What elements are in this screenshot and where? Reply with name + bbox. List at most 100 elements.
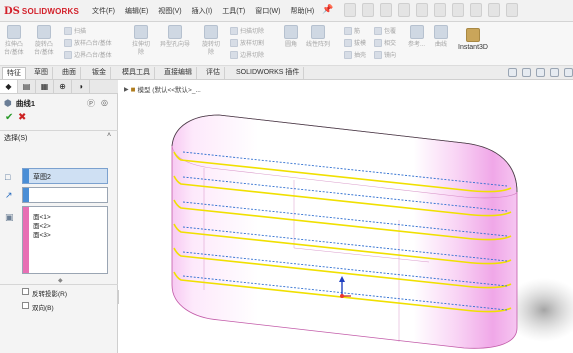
loft-icon (64, 38, 72, 47)
feature-tree-tab-icon[interactable]: ◆ (0, 80, 18, 93)
menu-insert[interactable]: 插入(I) (192, 6, 213, 16)
view-orientation-icon[interactable] (564, 68, 573, 77)
property-manager-tab-icon[interactable]: ▤ (18, 80, 36, 93)
file-properties-icon[interactable] (488, 3, 500, 17)
cancel-button[interactable]: ✖ (18, 112, 26, 123)
tab-evaluate[interactable]: 评估 (202, 67, 225, 79)
tab-direct-editing[interactable]: 直接编辑 (160, 67, 197, 79)
curves-button[interactable]: 曲线 (434, 25, 448, 49)
reverse-projection-label: 反转投影(R) (32, 291, 68, 298)
direction-field[interactable] (22, 187, 108, 203)
boundary-label: 边界凸台/基体 (74, 53, 112, 59)
hole-wizard-icon (168, 25, 182, 39)
open-folder-icon[interactable] (380, 3, 392, 17)
intersect-icon (374, 38, 382, 47)
revolve-cut-button[interactable]: 旋转切 除 (202, 25, 220, 57)
shell-label: 抽壳 (354, 53, 367, 59)
sketch-to-project-field[interactable]: 草图2 (22, 168, 108, 184)
menu-help[interactable]: 帮助(H) (290, 6, 314, 16)
options-gear-icon[interactable] (506, 3, 518, 17)
revolve-boss-label-1: 旋转凸 (34, 42, 53, 48)
command-manager-ribbon: 拉伸凸 台/基体 旋转凸 台/基体 扫描 放样凸台/基体 边界凸台/基体 拉伸切… (0, 22, 573, 66)
bidirectional-checkbox[interactable] (22, 302, 29, 309)
extrude-cut-icon (134, 25, 148, 39)
instant3d-label: Instant3D (458, 44, 488, 51)
3d-model-view[interactable] (119, 80, 573, 353)
help-icon[interactable]: Ⓟ (87, 98, 95, 109)
section-view-icon[interactable] (550, 68, 559, 77)
pin-icon[interactable]: 📌 (322, 4, 333, 15)
fillet-icon (284, 25, 298, 39)
tab-sketch[interactable]: 草图 (30, 67, 53, 79)
undo-icon[interactable] (434, 3, 446, 17)
linear-pattern-icon (311, 25, 325, 39)
loft-button[interactable]: 放样凸台/基体 (64, 38, 112, 47)
zoom-area-icon[interactable] (522, 68, 531, 77)
reference-geometry-button[interactable]: 参考... (408, 25, 425, 49)
home-icon[interactable] (344, 3, 356, 17)
list-item-face-3[interactable]: 面<3> (33, 229, 51, 239)
sweep-icon (64, 26, 72, 35)
cut-group: 扫描切除 放样切割 边界切除 (230, 26, 264, 59)
menu-view[interactable]: 视图(V) (158, 6, 181, 16)
sweep-button[interactable]: 扫描 (64, 26, 112, 35)
instant3d-button[interactable]: Instant3D (458, 28, 488, 52)
faces-to-project-list[interactable]: 面<1> 面<2> 面<3> (22, 206, 108, 274)
ok-button[interactable]: ✔ (5, 112, 13, 123)
linear-pattern-button[interactable]: 线性阵列 (306, 25, 330, 49)
extrude-cut-label-1: 拉伸切 (132, 42, 151, 48)
previous-view-icon[interactable] (536, 68, 545, 77)
rib-label: 筋 (354, 29, 361, 35)
dimxpert-tab-icon[interactable]: ⊕ (54, 80, 72, 93)
print-icon[interactable] (416, 3, 428, 17)
extrude-boss-button[interactable]: 拉伸凸 台/基体 (4, 25, 24, 57)
selection-group-header[interactable]: 选择(S) ˄ (0, 130, 118, 142)
display-manager-tab-icon[interactable]: ◑ (72, 80, 90, 93)
wrap-intersect-mirror-group: 包覆 相交 镜向 (374, 26, 396, 59)
details-icon[interactable]: ◎ (101, 98, 108, 107)
tab-surfaces[interactable]: 曲面 (58, 67, 81, 79)
sketch-to-project-value: 草图2 (33, 174, 51, 181)
boundary-cut-button[interactable]: 边界切除 (230, 50, 264, 59)
rib-draft-shell-group: 筋 拔模 抽壳 (344, 26, 366, 59)
tab-solidworks-addins[interactable]: SOLIDWORKS 插件 (232, 67, 305, 79)
fillet-button[interactable]: 圆角 (284, 25, 298, 49)
revolve-boss-icon (36, 25, 51, 39)
curve-feature-icon: ⬢ (4, 98, 12, 108)
rebuild-icon[interactable] (470, 3, 482, 17)
configuration-manager-tab-icon[interactable]: ▦ (36, 80, 54, 93)
tab-features[interactable]: 特征 (2, 67, 26, 79)
reverse-projection-checkbox[interactable] (22, 288, 29, 295)
intersect-button[interactable]: 相交 (374, 38, 396, 47)
mirror-button[interactable]: 镜向 (374, 50, 396, 59)
revolve-cut-label-1: 旋转切 (202, 42, 221, 48)
wrap-button[interactable]: 包覆 (374, 26, 396, 35)
list-resize-handle[interactable]: ◆ (58, 277, 63, 284)
boundary-cut-icon (230, 50, 238, 59)
loft-cut-button[interactable]: 放样切割 (230, 38, 264, 47)
extrude-cut-button[interactable]: 拉伸切 除 (132, 25, 150, 57)
rib-button[interactable]: 筋 (344, 26, 366, 35)
shell-button[interactable]: 抽壳 (344, 50, 366, 59)
tab-sheet-metal[interactable]: 钣金 (88, 67, 111, 79)
save-icon[interactable] (398, 3, 410, 17)
chevron-up-icon[interactable]: ˄ (107, 132, 111, 139)
boundary-cut-label: 边界切除 (240, 53, 265, 59)
hole-wizard-button[interactable]: 异型孔向导 (160, 25, 190, 49)
revolve-boss-button[interactable]: 旋转凸 台/基体 (34, 25, 54, 57)
quick-access-toolbar (344, 3, 518, 17)
zoom-to-fit-icon[interactable] (508, 68, 517, 77)
draft-button[interactable]: 拔模 (344, 38, 366, 47)
sketch-profile-icon: □ (5, 172, 11, 182)
tab-mold-tools[interactable]: 模具工具 (118, 67, 155, 79)
menu-edit[interactable]: 编辑(E) (125, 6, 148, 16)
new-document-icon[interactable] (362, 3, 374, 17)
menu-window[interactable]: 窗口(W) (255, 6, 280, 16)
select-icon[interactable] (452, 3, 464, 17)
menu-tools[interactable]: 工具(T) (222, 6, 245, 16)
menu-file[interactable]: 文件(F) (92, 6, 115, 16)
sweep-cut-button[interactable]: 扫描切除 (230, 26, 264, 35)
wrap-label: 包覆 (384, 29, 397, 35)
solidworks-logo-text: SOLIDWORKS (21, 6, 80, 16)
boundary-button[interactable]: 边界凸台/基体 (64, 50, 112, 59)
